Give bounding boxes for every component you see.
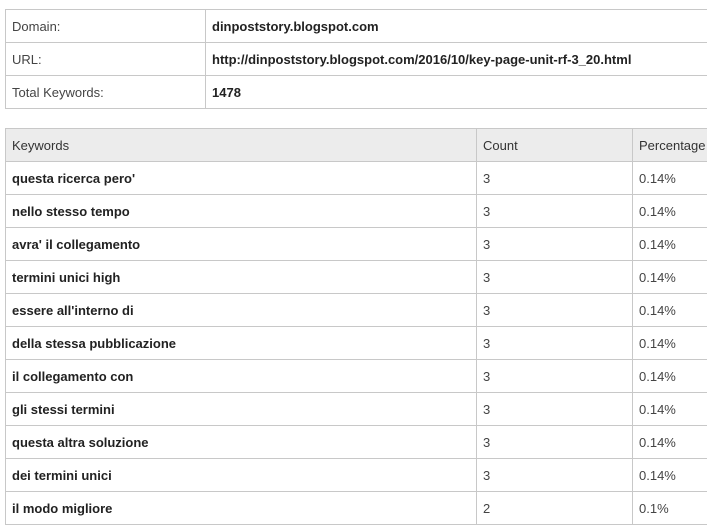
count-cell: 3 <box>476 161 633 195</box>
table-row: termini unici high 3 0.14% <box>5 260 707 294</box>
count-cell: 3 <box>476 326 633 360</box>
url-label: URL: <box>5 42 206 76</box>
keywords-table: Keywords Count Percentage questa ricerca… <box>5 128 707 525</box>
page-info-table: Domain: dinpoststory.blogspot.com URL: h… <box>5 9 707 109</box>
domain-label: Domain: <box>5 9 206 43</box>
count-cell: 2 <box>476 491 633 525</box>
count-cell: 3 <box>476 260 633 294</box>
table-row: il collegamento con 3 0.14% <box>5 359 707 393</box>
percentage-cell: 0.14% <box>632 326 707 360</box>
percentage-cell: 0.14% <box>632 161 707 195</box>
percentage-cell: 0.1% <box>632 491 707 525</box>
count-cell: 3 <box>476 194 633 228</box>
keyword-cell: avra' il collegamento <box>5 227 477 261</box>
keywords-column-header[interactable]: Keywords <box>5 128 477 162</box>
table-row: questa altra soluzione 3 0.14% <box>5 425 707 459</box>
percentage-column-header[interactable]: Percentage <box>632 128 707 162</box>
count-cell: 3 <box>476 359 633 393</box>
table-row: gli stessi termini 3 0.14% <box>5 392 707 426</box>
keywords-header-row: Keywords Count Percentage <box>5 128 707 162</box>
percentage-cell: 0.14% <box>632 458 707 492</box>
keyword-cell: questa altra soluzione <box>5 425 477 459</box>
count-cell: 3 <box>476 392 633 426</box>
count-cell: 3 <box>476 293 633 327</box>
table-row: questa ricerca pero' 3 0.14% <box>5 161 707 195</box>
count-column-header[interactable]: Count <box>476 128 633 162</box>
total-keywords-label: Total Keywords: <box>5 75 206 109</box>
url-row: URL: http://dinpoststory.blogspot.com/20… <box>5 42 707 76</box>
total-keywords-row: Total Keywords: 1478 <box>5 75 707 109</box>
keyword-cell: dei termini unici <box>5 458 477 492</box>
percentage-cell: 0.14% <box>632 425 707 459</box>
count-cell: 3 <box>476 458 633 492</box>
keyword-cell: questa ricerca pero' <box>5 161 477 195</box>
table-row: essere all'interno di 3 0.14% <box>5 293 707 327</box>
keyword-cell: gli stessi termini <box>5 392 477 426</box>
keyword-cell: essere all'interno di <box>5 293 477 327</box>
table-row: della stessa pubblicazione 3 0.14% <box>5 326 707 360</box>
keyword-cell: termini unici high <box>5 260 477 294</box>
count-cell: 3 <box>476 425 633 459</box>
table-row: dei termini unici 3 0.14% <box>5 458 707 492</box>
percentage-cell: 0.14% <box>632 260 707 294</box>
percentage-cell: 0.14% <box>632 194 707 228</box>
table-row: nello stesso tempo 3 0.14% <box>5 194 707 228</box>
keyword-cell: il modo migliore <box>5 491 477 525</box>
keyword-cell: il collegamento con <box>5 359 477 393</box>
percentage-cell: 0.14% <box>632 359 707 393</box>
keyword-cell: nello stesso tempo <box>5 194 477 228</box>
table-row: avra' il collegamento 3 0.14% <box>5 227 707 261</box>
domain-row: Domain: dinpoststory.blogspot.com <box>5 9 707 43</box>
percentage-cell: 0.14% <box>632 392 707 426</box>
domain-value: dinpoststory.blogspot.com <box>205 9 707 43</box>
count-cell: 3 <box>476 227 633 261</box>
table-row: il modo migliore 2 0.1% <box>5 491 707 525</box>
percentage-cell: 0.14% <box>632 293 707 327</box>
keywords-table-body: questa ricerca pero' 3 0.14% nello stesso t… <box>5 161 707 525</box>
keyword-cell: della stessa pubblicazione <box>5 326 477 360</box>
url-value: http://dinpoststory.blogspot.com/2016/10… <box>205 42 707 76</box>
percentage-cell: 0.14% <box>632 227 707 261</box>
total-keywords-value: 1478 <box>205 75 707 109</box>
